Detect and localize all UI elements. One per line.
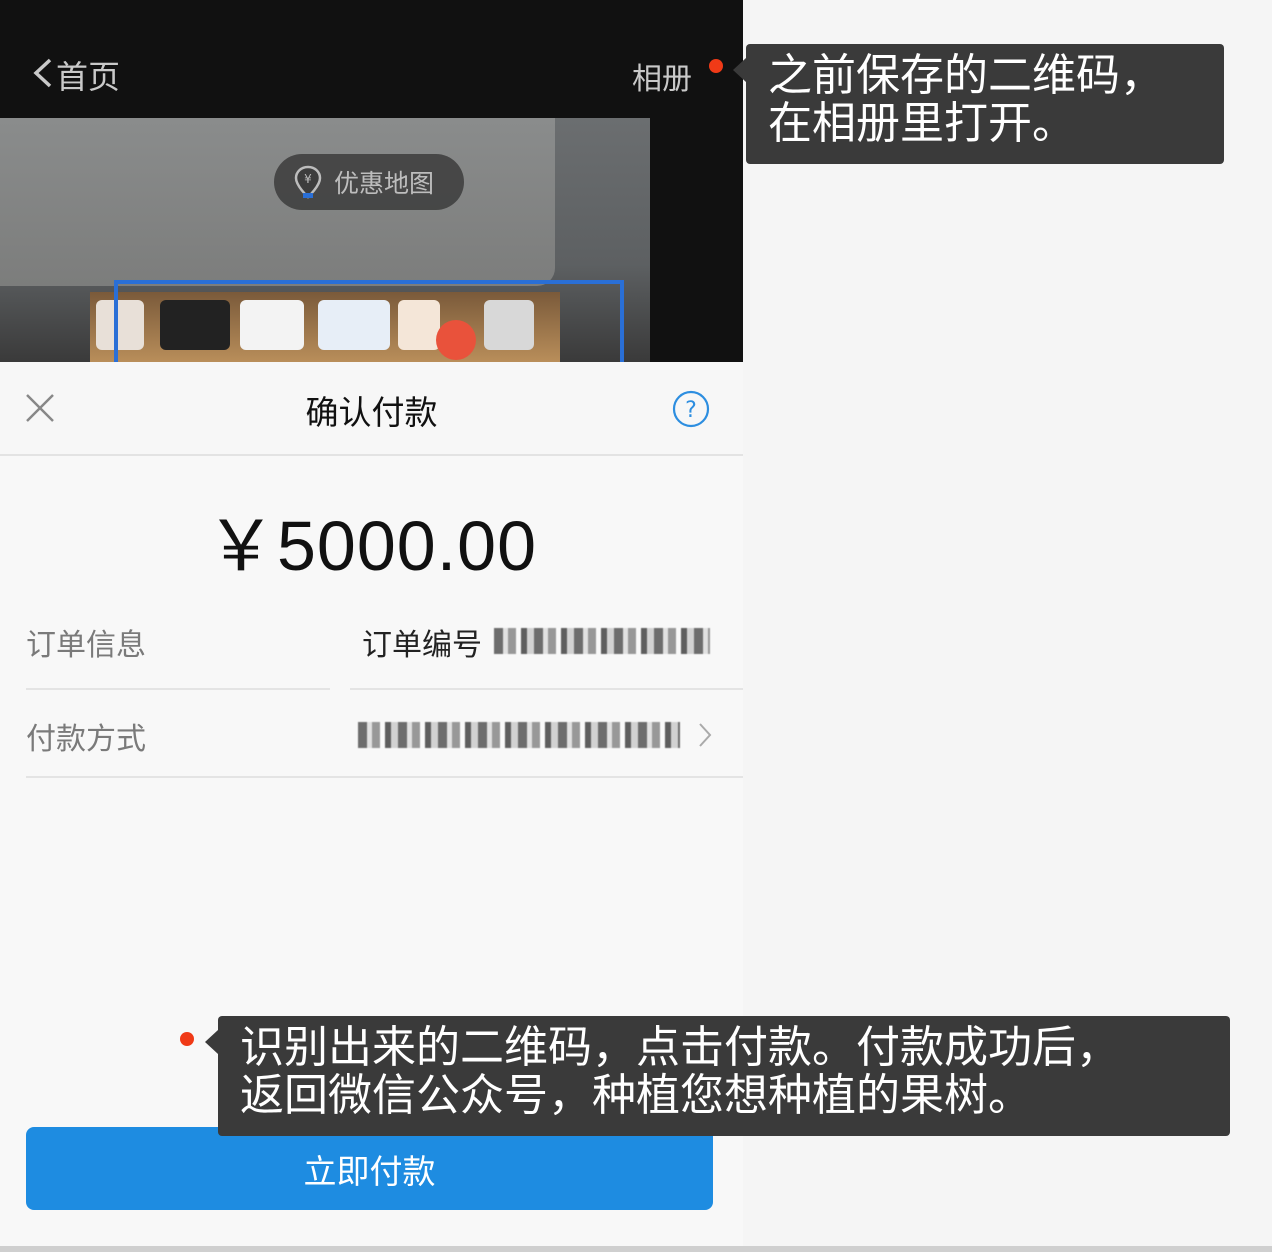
annotation-callout-top: 之前保存的二维码， 在相册里打开。 <box>733 44 1224 164</box>
back-chevron-icon[interactable] <box>30 58 54 88</box>
sheet-title: 确认付款 <box>305 393 438 432</box>
order-number-redacted <box>494 628 710 654</box>
annotation-text: 识别出来的二维码，点击付款。付款成功后， <box>240 1022 1120 1073</box>
bottom-edge <box>0 1246 1272 1252</box>
payment-method-label: 付款方式 <box>26 722 146 757</box>
annotation-marker <box>180 1032 194 1046</box>
discount-map-button[interactable]: ¥ 优惠地图 <box>274 154 464 210</box>
map-pin-icon: ¥ <box>294 165 322 199</box>
divider <box>26 688 330 690</box>
scanner-nav-bar: 首页 相册 <box>0 0 743 118</box>
annotation-callout-bottom: 识别出来的二维码，点击付款。付款成功后， 返回微信公众号，种植您想种植的果树。 <box>205 1016 1230 1136</box>
sheet-header: 确认付款 ? <box>0 362 743 456</box>
annotation-text: 之前保存的二维码， <box>768 50 1164 101</box>
order-info-label: 订单信息 <box>26 628 146 663</box>
camera-monitor-surface <box>0 118 555 286</box>
scanner-view: ¥ 优惠地图 首页 相册 <box>0 0 743 362</box>
pay-now-button[interactable]: 立即付款 <box>26 1127 713 1210</box>
chevron-right-icon[interactable] <box>698 722 712 748</box>
annotation-marker <box>709 59 723 73</box>
help-icon[interactable]: ? <box>672 390 710 428</box>
qr-scan-frame <box>114 280 624 362</box>
annotation-text: 返回微信公众号，种植您想种植的果树。 <box>240 1070 1032 1121</box>
payment-method-redacted[interactable] <box>358 722 680 748</box>
camera-dark-edge <box>650 118 743 362</box>
order-number-label: 订单编号 <box>362 628 482 663</box>
annotation-text: 在相册里打开。 <box>768 98 1076 149</box>
discount-map-label: 优惠地图 <box>334 169 435 198</box>
divider <box>350 688 743 690</box>
screenshot-canvas: ¥ 优惠地图 首页 相册 之前保存的二维码， 在相册里打开。 确认付款 ? ￥5… <box>0 0 1272 1252</box>
album-button[interactable]: 相册 <box>632 54 692 98</box>
divider <box>26 776 743 778</box>
svg-text:¥: ¥ <box>304 172 312 186</box>
payment-amount: ￥5000.00 <box>205 507 538 585</box>
back-home-link[interactable]: 首页 <box>56 52 120 98</box>
svg-text:?: ? <box>685 398 697 423</box>
